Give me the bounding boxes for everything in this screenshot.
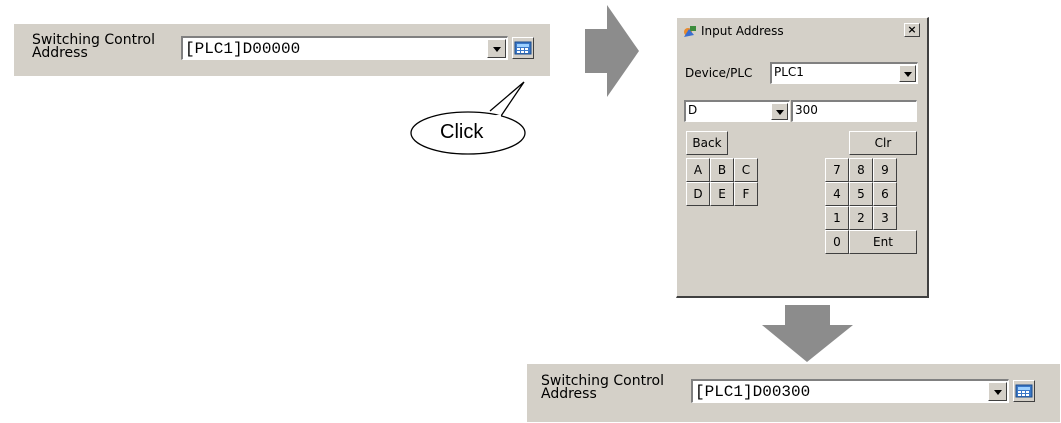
keypad-icon bbox=[514, 41, 532, 55]
clear-key[interactable]: Clr bbox=[849, 131, 917, 155]
key-8[interactable]: 8 bbox=[849, 158, 873, 182]
key-c[interactable]: C bbox=[734, 158, 758, 182]
input-address-button[interactable] bbox=[1013, 380, 1035, 402]
chevron-down-icon bbox=[492, 46, 501, 52]
device-type-dropdown-button[interactable] bbox=[771, 103, 788, 120]
dropdown-button[interactable] bbox=[487, 39, 506, 58]
address-panel-after: Switching Control Address [PLC1]D00300 bbox=[527, 364, 1060, 422]
keypad-icon bbox=[1015, 384, 1033, 398]
key-a[interactable]: A bbox=[686, 158, 710, 182]
address-combobox[interactable]: [PLC1]D00300 bbox=[691, 379, 1009, 403]
field-label-line2: Address bbox=[541, 386, 597, 402]
key-b[interactable]: B bbox=[710, 158, 734, 182]
key-7[interactable]: 7 bbox=[825, 158, 849, 182]
key-4[interactable]: 4 bbox=[825, 182, 849, 206]
device-plc-label: Device/PLC bbox=[685, 66, 753, 80]
back-key[interactable]: Back bbox=[686, 131, 728, 155]
dropdown-button[interactable] bbox=[988, 382, 1007, 401]
field-label: Switching Control Address bbox=[32, 33, 155, 61]
device-dropdown-button[interactable] bbox=[899, 65, 916, 82]
key-2[interactable]: 2 bbox=[849, 206, 873, 230]
close-button[interactable]: × bbox=[904, 23, 920, 37]
input-address-button[interactable] bbox=[512, 37, 534, 59]
address-value: [PLC1]D00000 bbox=[185, 40, 301, 58]
device-plc-value: PLC1 bbox=[774, 65, 804, 79]
key-f[interactable]: F bbox=[734, 182, 758, 206]
device-type-value: D bbox=[688, 103, 698, 117]
key-3[interactable]: 3 bbox=[873, 206, 897, 230]
dialog-titlebar: Input Address × bbox=[679, 20, 924, 42]
app-icon bbox=[684, 26, 696, 37]
key-5[interactable]: 5 bbox=[849, 182, 873, 206]
device-type-select[interactable]: D bbox=[684, 100, 790, 122]
field-label-line2: Address bbox=[32, 45, 88, 61]
address-combobox[interactable]: [PLC1]D00000 bbox=[181, 36, 508, 60]
chevron-down-icon bbox=[993, 389, 1002, 395]
device-plc-select[interactable]: PLC1 bbox=[770, 62, 918, 84]
address-value: [PLC1]D00300 bbox=[695, 383, 811, 401]
key-0[interactable]: 0 bbox=[825, 230, 849, 254]
key-d[interactable]: D bbox=[686, 182, 710, 206]
arrow-right-icon bbox=[585, 5, 639, 97]
chevron-down-icon bbox=[775, 109, 784, 115]
chevron-down-icon bbox=[903, 71, 912, 77]
enter-key[interactable]: Ent bbox=[849, 230, 917, 254]
callout-text: Click bbox=[440, 121, 484, 143]
address-input[interactable]: 300 bbox=[791, 100, 917, 122]
key-9[interactable]: 9 bbox=[873, 158, 897, 182]
arrow-down-icon bbox=[762, 305, 853, 362]
close-icon: × bbox=[907, 23, 917, 36]
address-input-value: 300 bbox=[795, 103, 818, 117]
click-callout bbox=[410, 81, 526, 155]
field-label: Switching Control Address bbox=[541, 374, 664, 402]
input-address-dialog: Input Address × Device/PLC PLC1 D 300 Ba… bbox=[676, 17, 929, 298]
key-1[interactable]: 1 bbox=[825, 206, 849, 230]
key-e[interactable]: E bbox=[710, 182, 734, 206]
dialog-title: Input Address bbox=[701, 24, 784, 38]
key-6[interactable]: 6 bbox=[873, 182, 897, 206]
address-panel-before: Switching Control Address [PLC1]D00000 bbox=[14, 24, 550, 76]
